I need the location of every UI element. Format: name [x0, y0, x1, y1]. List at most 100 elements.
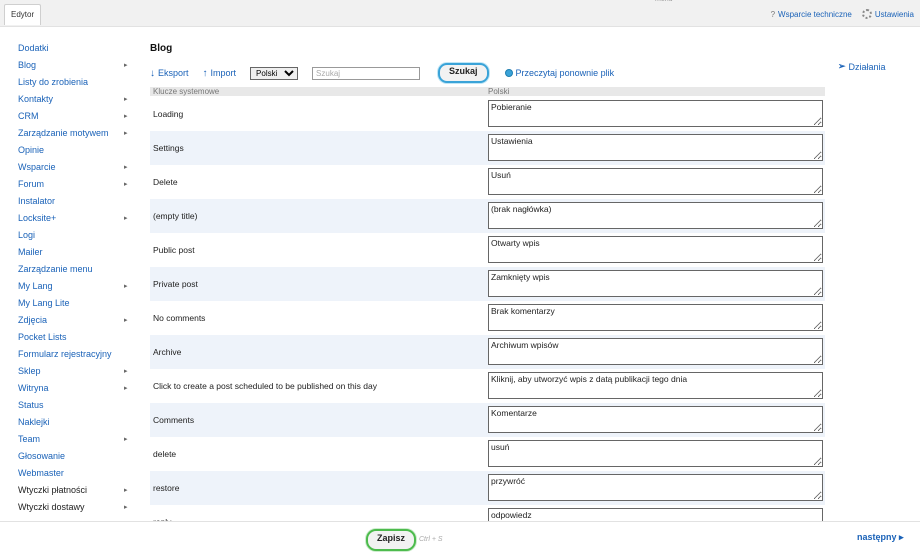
system-key: reply: [153, 505, 171, 521]
sidebar-item-label: Blog: [18, 60, 37, 70]
sidebar-item-label: Status: [18, 400, 44, 410]
translation-field[interactable]: Archiwum wpisów: [488, 338, 823, 365]
translation-field[interactable]: (brak nagłówka): [488, 202, 823, 229]
sidebar-item-label: Witryna: [18, 383, 49, 393]
sidebar-item[interactable]: Pocket Lists: [0, 329, 140, 346]
table-row: Private post Zamknięty wpis: [150, 267, 825, 301]
search-input[interactable]: [312, 66, 421, 80]
sidebar-item[interactable]: Zdjęcia ▸: [0, 312, 140, 329]
tab-editor[interactable]: Edytor: [4, 4, 42, 25]
sidebar-item-label: Mailer: [18, 247, 43, 257]
save-button[interactable]: Zapisz: [366, 529, 417, 551]
sidebar-item[interactable]: Opinie: [0, 142, 140, 159]
column-header-language: Polski: [488, 87, 510, 96]
chevron-right-icon: ▸: [124, 215, 128, 222]
translation-field[interactable]: Brak komentarzy: [488, 304, 823, 331]
support-link[interactable]: ? Wsparcie techniczne: [771, 10, 852, 19]
language-select[interactable]: Polski: [250, 66, 299, 80]
sidebar-item[interactable]: Webmaster: [0, 465, 140, 482]
import-button[interactable]: ↑ Import: [203, 68, 237, 79]
sidebar-item-label: Pocket Lists: [18, 332, 67, 342]
import-label: Import: [210, 68, 237, 78]
sidebar-item[interactable]: Witryna ▸: [0, 380, 140, 397]
search-button[interactable]: Szukaj: [438, 63, 489, 83]
translation-field[interactable]: Komentarze: [488, 406, 823, 433]
chevron-right-icon: ▸: [124, 504, 128, 511]
translation-field[interactable]: odpowiedz: [488, 508, 823, 521]
sidebar-item[interactable]: Zarządzanie menu: [0, 261, 140, 278]
sidebar-item[interactable]: My Lang Lite: [0, 295, 140, 312]
sidebar-item-label: My Lang: [18, 281, 53, 291]
translation-field[interactable]: Ustawienia: [488, 134, 823, 161]
reload-label: Przeczytaj ponownie plik: [515, 68, 615, 78]
translation-field[interactable]: Kliknij, aby utworzyć wpis z datą publik…: [488, 372, 823, 399]
top-links: ? Wsparcie techniczne Ustawienia: [771, 9, 914, 19]
table-row: Delete Usuń: [150, 165, 825, 199]
sidebar-item[interactable]: Locksite+ ▸: [0, 210, 140, 227]
sidebar-item[interactable]: Zarządzanie motywem ▸: [0, 125, 140, 142]
settings-link[interactable]: Ustawienia: [861, 9, 914, 19]
top-bar: Edytor menu ? Wsparcie techniczne Ustawi…: [0, 0, 920, 27]
translation-field[interactable]: Usuń: [488, 168, 823, 195]
chevron-right-icon: ▸: [124, 113, 128, 120]
sidebar-item-label: Forum: [18, 179, 45, 189]
sidebar-item[interactable]: Wtyczki płatności ▸: [0, 482, 140, 499]
sidebar-item[interactable]: Sklep ▸: [0, 363, 140, 380]
sidebar-item[interactable]: Forum ▸: [0, 176, 140, 193]
chevron-right-icon: ▸: [124, 368, 128, 375]
sidebar-item-label: Formularz rejestracyjny: [18, 349, 112, 359]
sidebar-item[interactable]: CRM ▸: [0, 108, 140, 125]
system-key: Delete: [153, 177, 178, 187]
chevron-right-icon: ▸: [124, 62, 128, 69]
translation-field[interactable]: przywróć: [488, 474, 823, 501]
sidebar-item-label: Listy do zrobienia: [18, 77, 89, 87]
table-row: Public post Otwarty wpis: [150, 233, 825, 267]
sidebar-item[interactable]: Wsparcie ▸: [0, 159, 140, 176]
sidebar-item-label: Wsparcie: [18, 162, 56, 172]
sidebar-item[interactable]: Formularz rejestracyjny: [0, 346, 140, 363]
sidebar-item-label: Naklejki: [18, 417, 50, 427]
sidebar-item[interactable]: Team ▸: [0, 431, 140, 448]
sidebar: Dodatki Blog ▸ Listy do zrobienia Kontakty ▸ C…: [0, 40, 140, 516]
download-arrow-icon: ↓: [150, 67, 155, 79]
system-key: Settings: [153, 143, 184, 153]
system-key: Comments: [153, 415, 195, 425]
sidebar-item[interactable]: Instalator: [0, 193, 140, 210]
support-link-label: Wsparcie techniczne: [778, 9, 852, 19]
actions-button[interactable]: ➢ Działania: [838, 61, 886, 72]
sidebar-item-label: Opinie: [18, 145, 45, 155]
sidebar-item-label: Wtyczki płatności: [18, 485, 88, 495]
translation-field[interactable]: usuń: [488, 440, 823, 467]
sidebar-item[interactable]: Wtyczki dostawy ▸: [0, 499, 140, 516]
chevron-right-icon: ▸: [124, 283, 128, 290]
chevron-right-icon: ▸: [124, 487, 128, 494]
export-button[interactable]: ↓ Eksport: [150, 68, 189, 79]
sidebar-item[interactable]: My Lang ▸: [0, 278, 140, 295]
table-row: Settings Ustawienia: [150, 131, 825, 165]
table-row: restore przywróć: [150, 471, 825, 505]
sidebar-item[interactable]: Głosowanie: [0, 448, 140, 465]
translation-field[interactable]: Pobieranie: [488, 100, 823, 127]
sidebar-item[interactable]: Kontakty ▸: [0, 91, 140, 108]
reload-file-button[interactable]: Przeczytaj ponownie plik: [504, 68, 615, 78]
sidebar-item[interactable]: Blog ▸: [0, 57, 140, 74]
translation-field[interactable]: Zamknięty wpis: [488, 270, 823, 297]
translation-field[interactable]: Otwarty wpis: [488, 236, 823, 263]
table-row: reply odpowiedz: [150, 505, 825, 521]
sidebar-item[interactable]: Status: [0, 397, 140, 414]
sidebar-item[interactable]: Logi: [0, 227, 140, 244]
table-row: Loading Pobieranie: [150, 97, 825, 131]
next-link[interactable]: następny ▸: [857, 532, 904, 543]
upload-arrow-icon: ↑: [202, 67, 208, 79]
system-key: Loading: [153, 109, 184, 119]
menu-label: menu: [655, 0, 673, 3]
export-label: Eksport: [158, 68, 189, 78]
sidebar-item[interactable]: Dodatki: [0, 40, 140, 57]
refresh-icon: [504, 69, 513, 77]
table-row: Archive Archiwum wpisów: [150, 335, 825, 369]
sidebar-item[interactable]: Naklejki: [0, 414, 140, 431]
sidebar-item[interactable]: Listy do zrobienia: [0, 74, 140, 91]
table-row: Click to create a post scheduled to be p…: [150, 369, 825, 403]
chevron-right-icon: ▸: [124, 164, 128, 171]
sidebar-item[interactable]: Mailer: [0, 244, 140, 261]
